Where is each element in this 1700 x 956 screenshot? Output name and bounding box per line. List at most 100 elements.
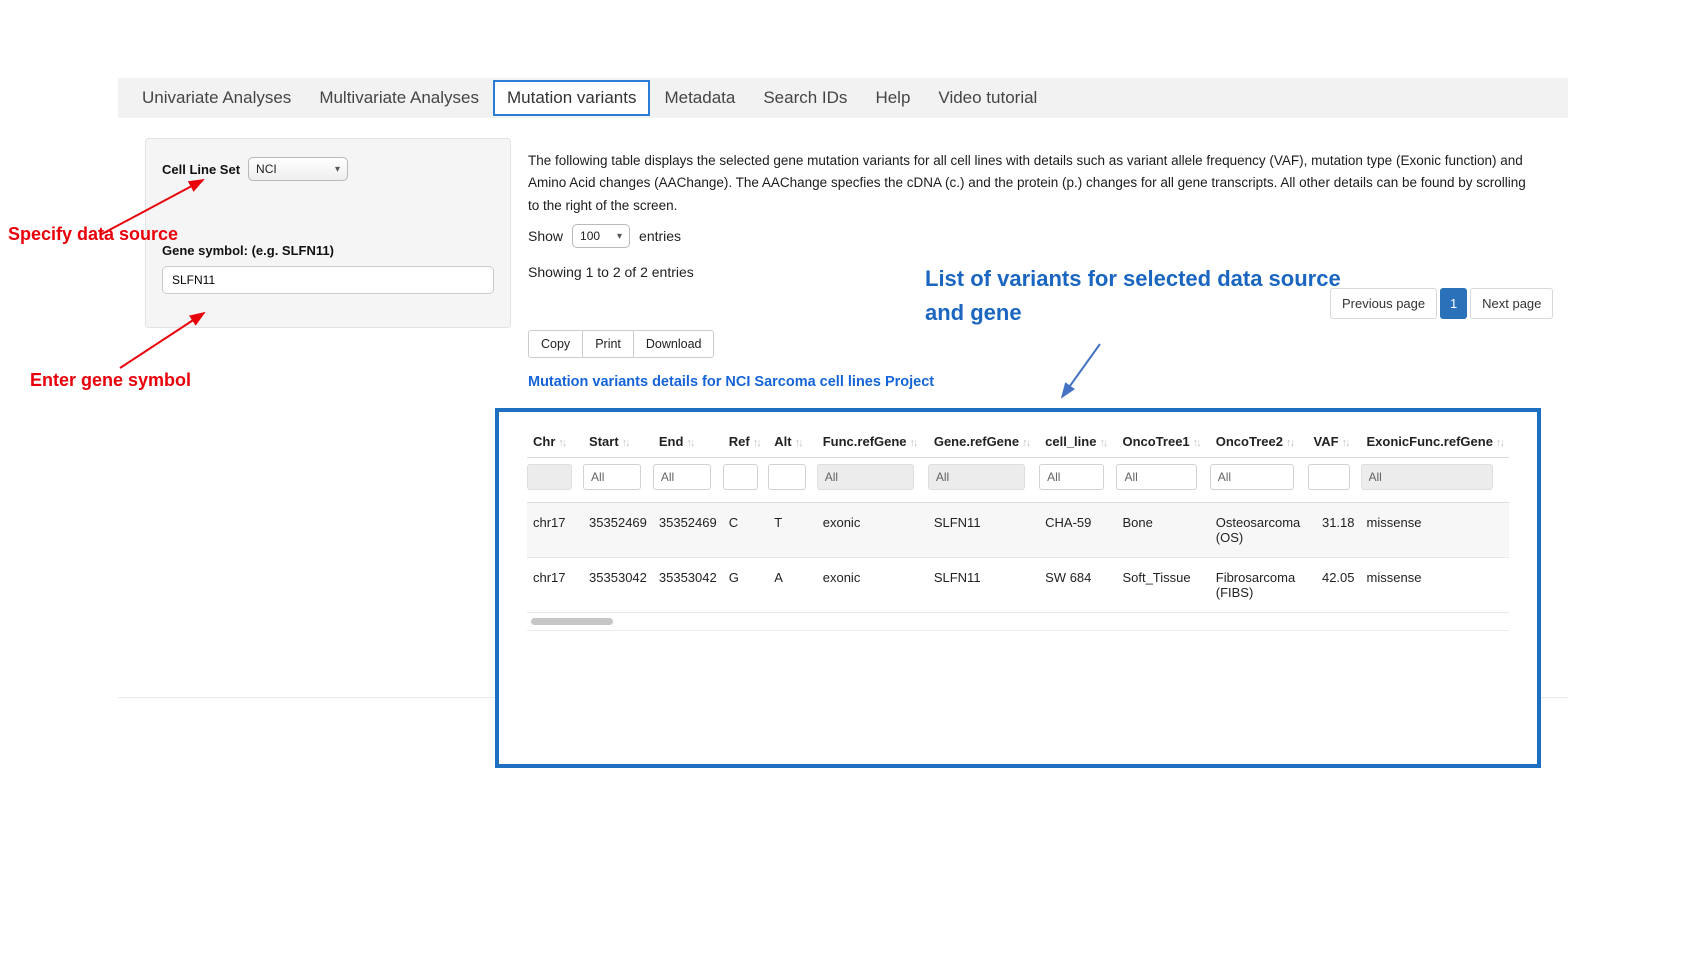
current-page-button[interactable]: 1 [1440,288,1467,319]
table-filter-row [527,458,1509,503]
sort-icon: ↑↓ [1496,437,1503,449]
column-header-start[interactable]: Start↑↓ [583,422,653,458]
sort-icon: ↑↓ [1099,437,1106,449]
show-label: Show [528,228,563,244]
cell-end: 35352469 [653,503,723,558]
filter-cell-line[interactable] [1039,464,1104,490]
cell-oncotree2: Osteosarcoma (OS) [1210,503,1308,558]
cell-line-set-select[interactable]: NCI ▾ [248,157,348,181]
table-title-link[interactable]: Mutation variants details for NCI Sarcom… [528,374,934,390]
input-panel: Cell Line Set NCI ▾ Gene symbol: (e.g. S… [145,138,511,328]
column-header-func-refgene[interactable]: Func.refGene↑↓ [817,422,928,458]
next-page-button[interactable]: Next page [1470,288,1553,319]
cell-chr: chr17 [527,503,583,558]
cell-exonicfunc-refgene: missense [1361,503,1509,558]
cell-gene-refgene: SLFN11 [928,558,1039,613]
cell-cell-line: SW 684 [1039,558,1116,613]
filter-cell [928,458,1039,503]
gene-symbol-input[interactable] [162,266,494,294]
sort-icon: ↑↓ [753,437,760,449]
filter-chr[interactable] [527,464,572,490]
sort-icon: ↑↓ [1193,437,1200,449]
filter-vaf[interactable] [1308,464,1350,490]
column-label: Chr [533,434,555,449]
cell-oncotree2: Fibrosarcoma (FIBS) [1210,558,1308,613]
print-button[interactable]: Print [582,330,634,358]
tab-mutation-variants[interactable]: Mutation variants [493,80,650,116]
tab-metadata[interactable]: Metadata [650,80,749,116]
filter-end[interactable] [653,464,711,490]
column-header-oncotree1[interactable]: OncoTree1 ↑↓ [1116,422,1209,458]
previous-page-button[interactable]: Previous page [1330,288,1437,319]
sort-icon: ↑↓ [910,437,917,449]
filter-exonicfunc-refgene[interactable] [1361,464,1493,490]
horizontal-scrollbar[interactable] [527,615,1509,631]
column-label: Gene.refGene [934,434,1019,449]
filter-cell [653,458,723,503]
column-label: ExonicFunc.refGene [1367,434,1493,449]
filter-alt[interactable] [768,464,806,490]
filter-cell [723,458,769,503]
column-label: Ref [729,434,750,449]
column-header-oncotree2[interactable]: OncoTree2↑↓ [1210,422,1308,458]
annotation-specify-data-source: Specify data source [8,224,178,245]
sort-icon: ↑↓ [1342,437,1349,449]
cell-line-set-value: NCI [256,162,277,176]
cell-exonicfunc-refgene: missense [1361,558,1509,613]
filter-func-refgene[interactable] [817,464,914,490]
column-header-cell-line[interactable]: cell_line↑↓ [1039,422,1116,458]
column-label: Alt [774,434,791,449]
filter-cell [817,458,928,503]
filter-ref[interactable] [723,464,758,490]
download-button[interactable]: Download [633,330,715,358]
table-description: The following table displays the selecte… [528,150,1540,218]
sort-icon: ↑↓ [622,437,629,449]
column-label: OncoTree1 [1122,434,1189,449]
sort-icon: ↑↓ [795,437,802,449]
entries-label: entries [639,228,681,244]
cell-vaf: 31.18 [1308,503,1361,558]
filter-oncotree1[interactable] [1116,464,1196,490]
filter-gene-refgene[interactable] [928,464,1025,490]
main-nav: Univariate AnalysesMultivariate Analyses… [118,78,1568,118]
cell-line-set-label: Cell Line Set [162,162,240,177]
tab-help[interactable]: Help [861,80,924,116]
column-header-gene-refgene[interactable]: Gene.refGene↑↓ [928,422,1039,458]
tab-search-ids[interactable]: Search IDs [749,80,861,116]
filter-cell [1361,458,1509,503]
chevron-down-icon: ▾ [335,164,340,175]
page: Univariate AnalysesMultivariate Analyses… [0,0,1700,956]
cell-cell-line: CHA-59 [1039,503,1116,558]
column-header-exonicfunc-refgene[interactable]: ExonicFunc.refGene↑↓ [1361,422,1509,458]
cell-start: 35352469 [583,503,653,558]
tab-univariate-analyses[interactable]: Univariate Analyses [128,80,305,116]
column-header-end[interactable]: End↑↓ [653,422,723,458]
table-row: chr173535304235353042GAexonicSLFN11SW 68… [527,558,1509,613]
tab-multivariate-analyses[interactable]: Multivariate Analyses [305,80,493,116]
export-button-group: Copy Print Download [528,330,714,358]
column-header-chr[interactable]: Chr↑↓ [527,422,583,458]
variants-table: Chr↑↓Start↑↓End↑↓Ref↑↓Alt↑↓Func.refGene↑… [527,422,1509,613]
column-header-alt[interactable]: Alt ↑↓ [768,422,816,458]
filter-cell [527,458,583,503]
annotation-list-of-variants: List of variants for selected data sourc… [925,262,1355,330]
cell-start: 35353042 [583,558,653,613]
scrollbar-thumb[interactable] [531,618,613,625]
tab-video-tutorial[interactable]: Video tutorial [924,80,1051,116]
column-header-vaf[interactable]: VAF↑↓ [1308,422,1361,458]
copy-button[interactable]: Copy [528,330,583,358]
cell-chr: chr17 [527,558,583,613]
filter-oncotree2[interactable] [1210,464,1294,490]
sort-icon: ↑↓ [1286,437,1293,449]
nav-tabs: Univariate AnalysesMultivariate Analyses… [128,78,1051,118]
entries-per-page-select[interactable]: 100 ▾ [572,224,630,248]
table-row: chr173535246935352469CTexonicSLFN11CHA-5… [527,503,1509,558]
column-header-ref[interactable]: Ref↑↓ [723,422,769,458]
cell-gene-refgene: SLFN11 [928,503,1039,558]
cell-func-refgene: exonic [817,558,928,613]
filter-cell [583,458,653,503]
sort-icon: ↑↓ [1022,437,1029,449]
filter-start[interactable] [583,464,641,490]
column-label: cell_line [1045,434,1096,449]
showing-entries-text: Showing 1 to 2 of 2 entries [528,264,694,280]
